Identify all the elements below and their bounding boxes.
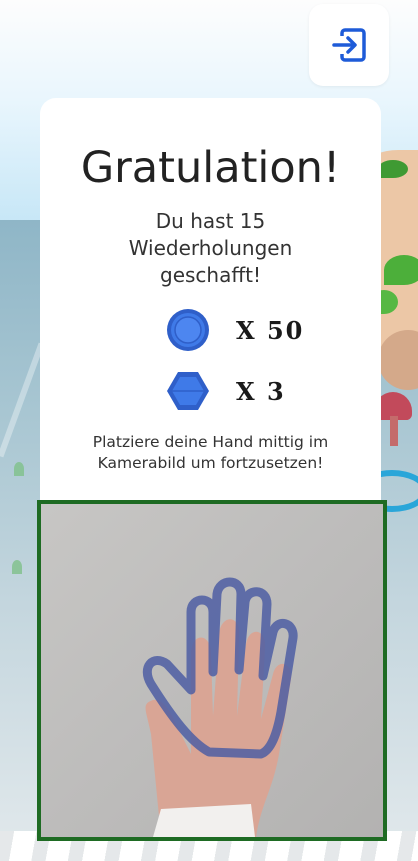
dialog-instruction: Platziere deine Hand mittig im Kamerabil…	[40, 432, 381, 474]
camera-feed	[142, 577, 298, 837]
exit-button[interactable]	[309, 4, 389, 86]
coin-icon	[167, 309, 209, 351]
message-line: Du hast 15	[155, 209, 266, 233]
palm-leaf	[384, 255, 418, 285]
reward-coins-label: X 50	[236, 315, 305, 345]
grass	[14, 462, 24, 476]
message-line: geschafft!	[160, 263, 261, 287]
instruction-line: Platziere deine Hand mittig im	[92, 433, 329, 451]
sleeve	[153, 804, 255, 837]
instruction-line: Kamerabild um fortzusetzen!	[97, 454, 324, 472]
message-line: Wiederholungen	[128, 236, 293, 260]
reward-gems: X 3	[166, 368, 326, 414]
reward-gems-label: X 3	[236, 376, 286, 406]
camera-view	[37, 500, 387, 841]
dialog-message: Du hast 15 Wiederholungen geschafft!	[40, 208, 381, 289]
congratulation-dialog: Gratulation! Du hast 15 Wiederholungen g…	[40, 98, 381, 518]
mushroom-stem	[390, 416, 398, 446]
exit-icon	[332, 28, 366, 62]
dialog-title: Gratulation!	[80, 143, 341, 193]
gem-icon	[167, 372, 209, 410]
palm-leaf	[378, 160, 408, 178]
grass	[12, 560, 22, 574]
reward-coins: X 50	[166, 307, 326, 353]
